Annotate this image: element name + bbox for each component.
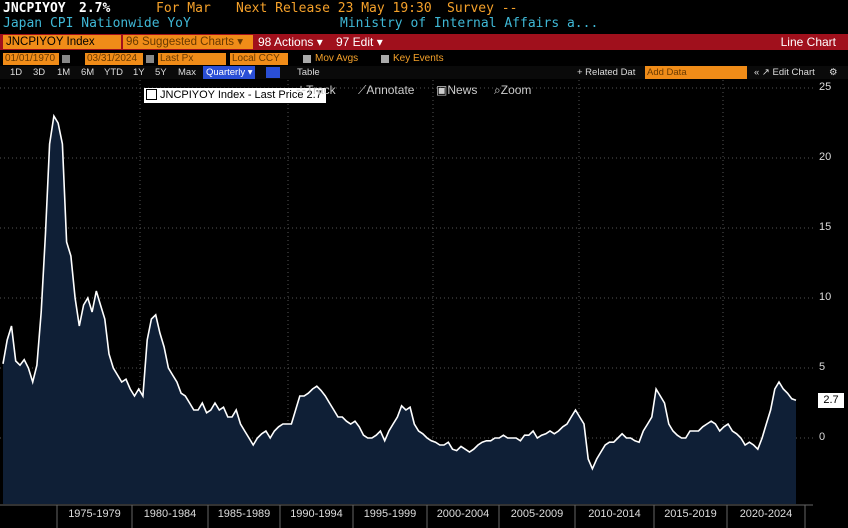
legend-swatch[interactable] xyxy=(146,89,157,100)
y-tick-label: 25 xyxy=(819,81,832,93)
actions-menu[interactable]: 98 Actions ▾ xyxy=(258,34,323,50)
news-label: News xyxy=(447,83,478,97)
x-tick-label: 2000-2004 xyxy=(436,508,490,520)
x-tick-label: 2005-2009 xyxy=(510,508,564,520)
y-tick-label: 5 xyxy=(819,361,826,373)
frequency-select[interactable]: Quarterly ▾ xyxy=(203,66,256,79)
suggested-charts-button[interactable]: 96 Suggested Charts ▾ xyxy=(123,35,253,49)
start-date-field[interactable]: 01/01/1970 xyxy=(3,53,59,65)
track-label: Track xyxy=(306,83,336,97)
x-tick-label: 1975-1979 xyxy=(68,508,121,520)
range-tabs: 1D 3D 1M 6M YTD 1Y 5Y Max Quarterly ▾ Ta… xyxy=(0,66,848,79)
mov-avgs-label[interactable]: Mov Avgs xyxy=(315,52,358,66)
mov-avgs-checkbox[interactable] xyxy=(303,55,311,63)
end-date-field[interactable]: 03/31/2024 xyxy=(85,53,143,65)
gear-icon[interactable]: ⚙ xyxy=(829,66,838,79)
survey-label: Survey -- xyxy=(447,1,518,16)
last-value: 2.7% xyxy=(79,1,111,16)
chart-controls: 01/01/1970 03/31/2024 Last Px Local CCY … xyxy=(0,52,848,66)
y-tick-label: 10 xyxy=(819,291,832,303)
y-tick-label: 20 xyxy=(819,151,832,163)
x-tick-label: 2015-2019 xyxy=(664,508,717,520)
range-tab[interactable]: 1Y xyxy=(133,66,145,79)
table-tab[interactable]: Table xyxy=(297,66,320,79)
source-label: Ministry of Internal Affairs a... xyxy=(340,16,599,31)
range-tab[interactable]: 3D xyxy=(33,66,45,79)
x-tick-label: 1980-1984 xyxy=(143,508,197,520)
related-data-button[interactable]: + Related Dat xyxy=(577,66,635,79)
price-field-select[interactable]: Last Px xyxy=(158,53,226,65)
last-price-tag: 2.7 xyxy=(818,393,844,408)
edit-chart-button[interactable]: « ↗ Edit Chart xyxy=(754,66,815,79)
news-tool[interactable]: ▣ News xyxy=(436,83,477,97)
annotate-tool[interactable]: ⟋ Annotate xyxy=(358,83,414,98)
range-tab[interactable]: 5Y xyxy=(155,66,167,79)
range-tab[interactable]: YTD xyxy=(104,66,123,79)
series-area xyxy=(3,116,796,504)
period-label: For Mar xyxy=(156,1,211,16)
description-row: Japan CPI Nationwide YoY Ministry of Int… xyxy=(0,16,848,32)
y-tick-label: 15 xyxy=(819,221,832,233)
next-release: Next Release 23 May 19:30 xyxy=(236,1,432,16)
chart-toolbar: JNCPIYOY Index 96 Suggested Charts ▾ 98 … xyxy=(0,34,848,50)
range-tab[interactable]: Max xyxy=(178,66,196,79)
calendar-icon[interactable] xyxy=(62,55,70,63)
edit-menu[interactable]: 97 Edit ▾ xyxy=(336,34,383,50)
calendar-icon[interactable] xyxy=(146,55,154,63)
currency-select[interactable]: Local CCY xyxy=(230,53,288,65)
x-tick-label: 1985-1989 xyxy=(217,508,271,520)
annotate-label: Annotate xyxy=(366,83,415,97)
range-tab[interactable]: 1D xyxy=(10,66,22,79)
track-tool[interactable]: ⊹ Track xyxy=(296,83,336,97)
ticker-label: JNCPIYOY xyxy=(3,1,66,16)
chart-type-icon[interactable] xyxy=(266,67,280,78)
x-tick-label: 2020-2024 xyxy=(739,508,793,520)
x-tick-label: 1995-1999 xyxy=(363,508,417,520)
range-tab[interactable]: 6M xyxy=(81,66,94,79)
add-data-field[interactable]: Add Data xyxy=(645,66,747,79)
chart-type-label[interactable]: Line Chart xyxy=(781,34,836,50)
x-tick-label: 2010-2014 xyxy=(588,508,641,520)
zoom-tool[interactable]: ⌕ Zoom xyxy=(494,83,531,98)
range-tab[interactable]: 1M xyxy=(57,66,70,79)
x-tick-label: 1990-1994 xyxy=(290,508,343,520)
security-field[interactable]: JNCPIYOY Index xyxy=(3,35,121,49)
index-description: Japan CPI Nationwide YoY xyxy=(3,16,191,31)
y-tick-label: 0 xyxy=(819,431,826,443)
key-events-label[interactable]: Key Events xyxy=(393,52,444,66)
security-header: JNCPIYOY 2.7% For Mar Next Release 23 Ma… xyxy=(0,1,848,17)
zoom-label: Zoom xyxy=(500,83,532,97)
cpi-line-chart[interactable] xyxy=(0,80,848,528)
key-events-checkbox[interactable] xyxy=(381,55,389,63)
